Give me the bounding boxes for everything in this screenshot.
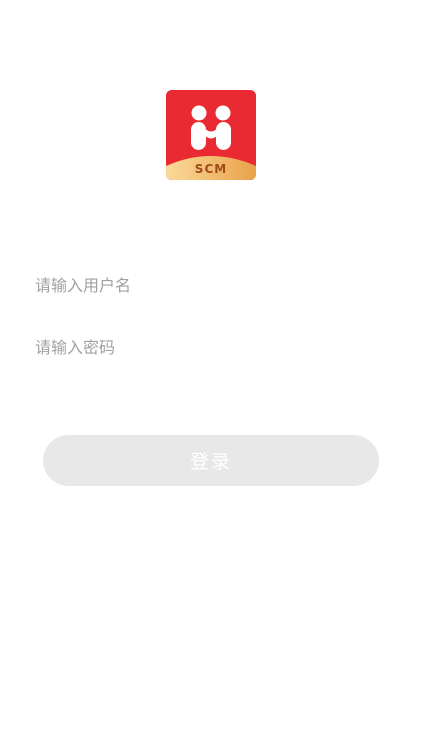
scm-app-logo: SCM (166, 90, 256, 180)
logo-label: SCM (194, 162, 228, 176)
username-field-wrapper (35, 272, 387, 298)
login-button[interactable]: 登录 (43, 435, 379, 486)
password-field-wrapper (35, 334, 387, 360)
username-input[interactable] (35, 272, 387, 298)
password-input[interactable] (35, 334, 387, 360)
login-screen: SCM 登录 (0, 0, 422, 750)
